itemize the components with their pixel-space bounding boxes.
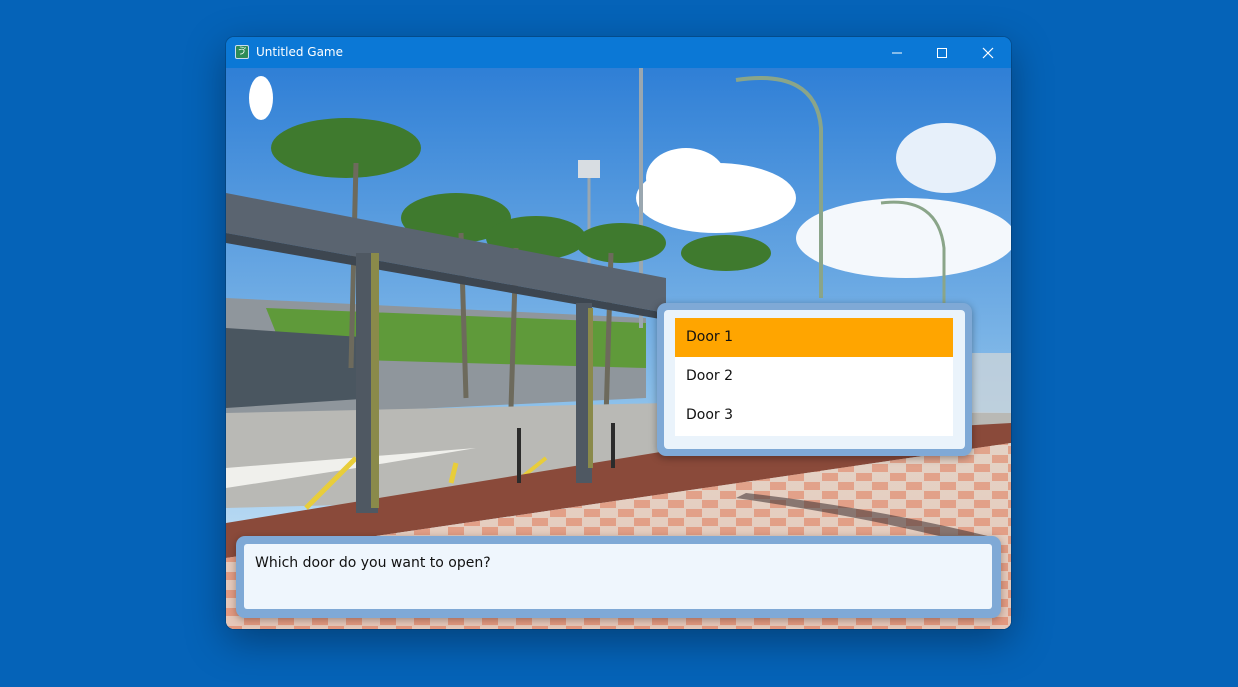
- minimize-button[interactable]: [874, 37, 920, 68]
- game-window: ゔ Untitled Game Door 1 Door 2 Door 3 Whi…: [226, 37, 1011, 629]
- maximize-button[interactable]: [919, 37, 965, 68]
- maximize-icon: [937, 47, 947, 58]
- window-title: Untitled Game: [256, 45, 344, 59]
- choice-menu: Door 1 Door 2 Door 3: [657, 303, 972, 456]
- message-text: Which door do you want to open?: [255, 555, 491, 571]
- choice-panel: Door 1 Door 2 Door 3: [664, 310, 965, 449]
- close-icon: [982, 47, 994, 58]
- title-bar[interactable]: ゔ Untitled Game: [226, 37, 1011, 68]
- minimize-icon: [892, 52, 902, 53]
- message-window[interactable]: Which door do you want to open?: [236, 536, 1001, 618]
- choice-list: Door 1 Door 2 Door 3: [675, 318, 953, 436]
- choice-door-2[interactable]: Door 2: [675, 357, 953, 396]
- close-button[interactable]: [965, 37, 1011, 68]
- choice-door-1[interactable]: Door 1: [675, 318, 953, 357]
- choice-door-3[interactable]: Door 3: [675, 396, 953, 435]
- game-scene: Door 1 Door 2 Door 3 Which door do you w…: [226, 68, 1011, 629]
- app-icon: ゔ: [235, 45, 249, 59]
- message-panel: Which door do you want to open?: [244, 544, 992, 609]
